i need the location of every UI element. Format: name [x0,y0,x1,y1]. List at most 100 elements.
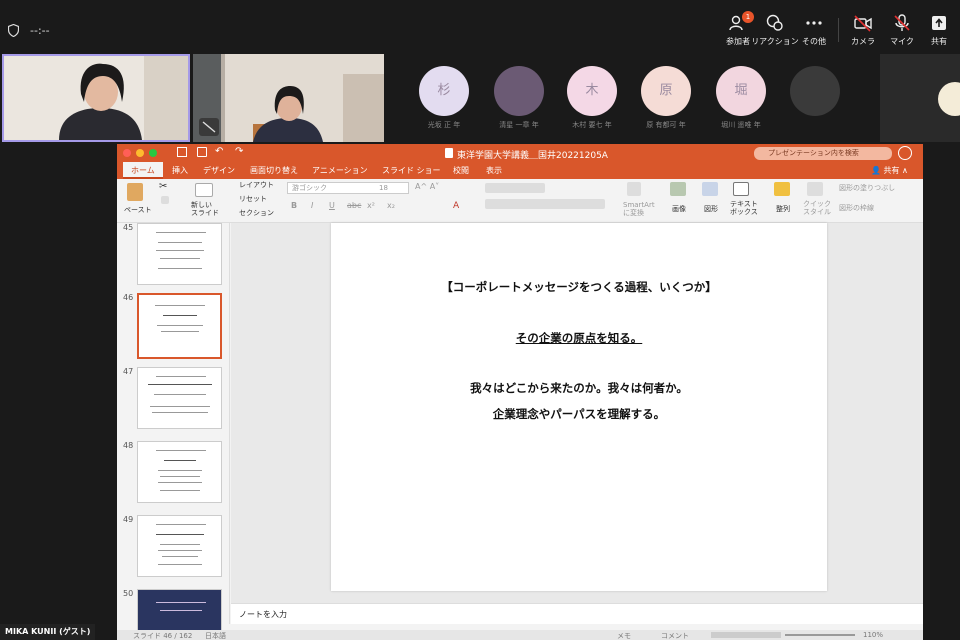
new-slide-icon[interactable] [195,183,213,197]
slide-thumbnail-46[interactable] [137,293,222,359]
participant-name-4: 原 有都可 年 [646,121,686,129]
presentation-search-input[interactable]: プレゼンテーション内を検索 [754,147,892,160]
picture-label: 画像 [672,205,686,213]
save-icon[interactable] [197,147,207,157]
slide-body-line-2[interactable]: 企業理念やパーパスを理解する。 [331,406,827,422]
ppt-title-bar: ↶ ↷ 東洋学園大学講義＿国井20221205A プレゼンテーション内を検索 [117,144,923,162]
shape-fill-button[interactable]: 図形の塗りつぶし [839,183,895,193]
zoom-slider[interactable] [785,634,855,636]
font-color-icon[interactable]: A [453,201,459,211]
smartart-icon[interactable] [627,182,641,196]
comment-button[interactable]: コメント [661,631,689,640]
picture-icon[interactable] [670,182,686,196]
notes-input[interactable]: ノートを入力 [231,603,923,624]
participant-avatar-6[interactable] [790,66,840,116]
video-tile-participant[interactable] [193,54,384,142]
undo-icon[interactable]: ↶ [215,146,223,157]
textbox-icon[interactable] [733,182,749,196]
share-button[interactable]: 共有 [914,14,960,47]
participant-name-3: 木村 要七 年 [572,121,612,129]
slide-editor: 【コーポレートメッセージをつくる過程、いくつか】 その企業の原点を知る。 我々は… [231,223,923,603]
subscript-button[interactable]: x₂ [387,201,395,210]
zoom-toolbar: --:-- 1 参加者 リアクション その他 カメラ マイク 共有 [0,0,960,52]
paste-icon[interactable] [127,183,143,201]
underline-button[interactable]: U [329,201,335,210]
view-buttons[interactable] [711,632,781,638]
bold-button[interactable]: B [291,201,297,210]
language-indicator[interactable]: 日本語 [205,631,226,640]
participant-name-2: 清星 一章 年 [499,121,539,129]
video-strip: 杉 光坂 正 年 清星 一章 年 木 木村 要七 年 原 原 有都可 年 堀 堀… [0,52,960,144]
redo-icon[interactable]: ↷ [235,146,243,157]
shape-outline-button[interactable]: 図形の枠線 [839,203,874,213]
meeting-timer: --:-- [30,24,50,37]
tab-animations[interactable]: アニメーション [312,162,368,179]
shield-icon[interactable] [8,24,19,37]
participant-avatar-1[interactable]: 杉 [419,66,469,116]
thumb-number-45: 45 [123,223,134,232]
minimize-window-button[interactable] [136,149,144,157]
new-slide-label: 新しい スライド [191,201,219,217]
list-buttons[interactable] [485,183,545,193]
maximize-window-button[interactable] [149,149,157,157]
tab-transitions[interactable]: 画面切り替え [250,162,298,179]
screen: --:-- 1 参加者 リアクション その他 カメラ マイク 共有 杉 光坂 正… [0,0,960,640]
slide-thumbnail-48[interactable] [137,441,222,503]
tab-home[interactable]: ホーム [123,162,163,179]
slide-body-line-1[interactable]: 我々はどこから来たのか。我々は何者か。 [331,380,827,396]
layout-button[interactable]: レイアウト [239,180,274,190]
thumb-number-46: 46 [123,293,134,302]
video-tile-partial[interactable] [880,54,960,142]
user-name-badge: MIKA KUNII (ゲスト) [0,624,96,640]
memo-button[interactable]: メモ [617,631,631,640]
powerpoint-window: ↶ ↷ 東洋学園大学講義＿国井20221205A プレゼンテーション内を検索 ホ… [117,144,923,640]
quick-style-label: クイック スタイル [803,200,831,216]
close-window-button[interactable] [123,149,131,157]
thumb-number-49: 49 [123,515,134,524]
grow-font-icon[interactable]: A^ A˅ [415,182,439,191]
italic-button[interactable]: I [311,201,313,210]
slide-thumbnail-49[interactable] [137,515,222,577]
slide-thumbnail-47[interactable] [137,367,222,429]
participant-video [4,56,188,140]
font-size-select[interactable]: 18 [375,182,409,194]
ribbon-tabs: ホーム 挿入 デザイン 画面切り替え アニメーション スライド ショー 校閲 表… [117,162,923,179]
tab-review[interactable]: 校閲 [453,162,469,179]
superscript-button[interactable]: x² [367,201,375,210]
participant-avatar-7 [938,82,960,116]
cut-icon[interactable]: ✂ [159,181,167,192]
participant-avatar-2[interactable] [494,66,544,116]
feedback-smiley-icon[interactable] [898,146,912,160]
zoom-level[interactable]: 110% [863,631,883,639]
paste-label: ペースト [124,206,152,214]
quick-style-icon[interactable] [807,182,823,196]
tab-design[interactable]: デザイン [203,162,235,179]
section-button[interactable]: セクション [239,208,274,218]
reset-button[interactable]: リセット [239,194,267,204]
more-label: その他 [802,37,826,46]
participant-avatar-5[interactable]: 堀 [716,66,766,116]
sidebar-toggle-icon[interactable] [177,147,187,157]
arrange-icon[interactable] [774,182,790,196]
strikethrough-button[interactable]: abc [347,201,361,210]
participant-avatar-4[interactable]: 原 [641,66,691,116]
video-tile-active-speaker[interactable] [2,54,190,142]
participant-avatar-3[interactable]: 木 [567,66,617,116]
slide-thumbnails-pane: 45 46 47 48 49 50 [117,223,230,640]
alignment-buttons[interactable] [485,199,605,209]
copy-icon[interactable] [161,196,169,204]
slide-thumbnail-45[interactable] [137,223,222,285]
camera-label: カメラ [851,37,875,46]
tab-insert[interactable]: 挿入 [172,162,188,179]
ribbon-home: ペースト ✂ 新しい スライド レイアウト リセット セクション 游ゴシック 1… [117,179,923,223]
slide-heading[interactable]: 【コーポレートメッセージをつくる過程、いくつか】 [331,279,827,295]
document-title: 東洋学園大学講義＿国井20221205A [457,151,608,161]
arrange-label: 整列 [776,205,790,213]
more-button[interactable]: その他 [789,14,839,47]
tab-slideshow[interactable]: スライド ショー [382,162,441,179]
shape-icon[interactable] [702,182,718,196]
slide-subheading[interactable]: その企業の原点を知る。 [331,330,827,346]
ppt-share-button[interactable]: 👤 共有 ∧ [871,165,908,176]
tab-view[interactable]: 表示 [486,162,502,179]
current-slide[interactable]: 【コーポレートメッセージをつくる過程、いくつか】 その企業の原点を知る。 我々は… [331,223,827,591]
